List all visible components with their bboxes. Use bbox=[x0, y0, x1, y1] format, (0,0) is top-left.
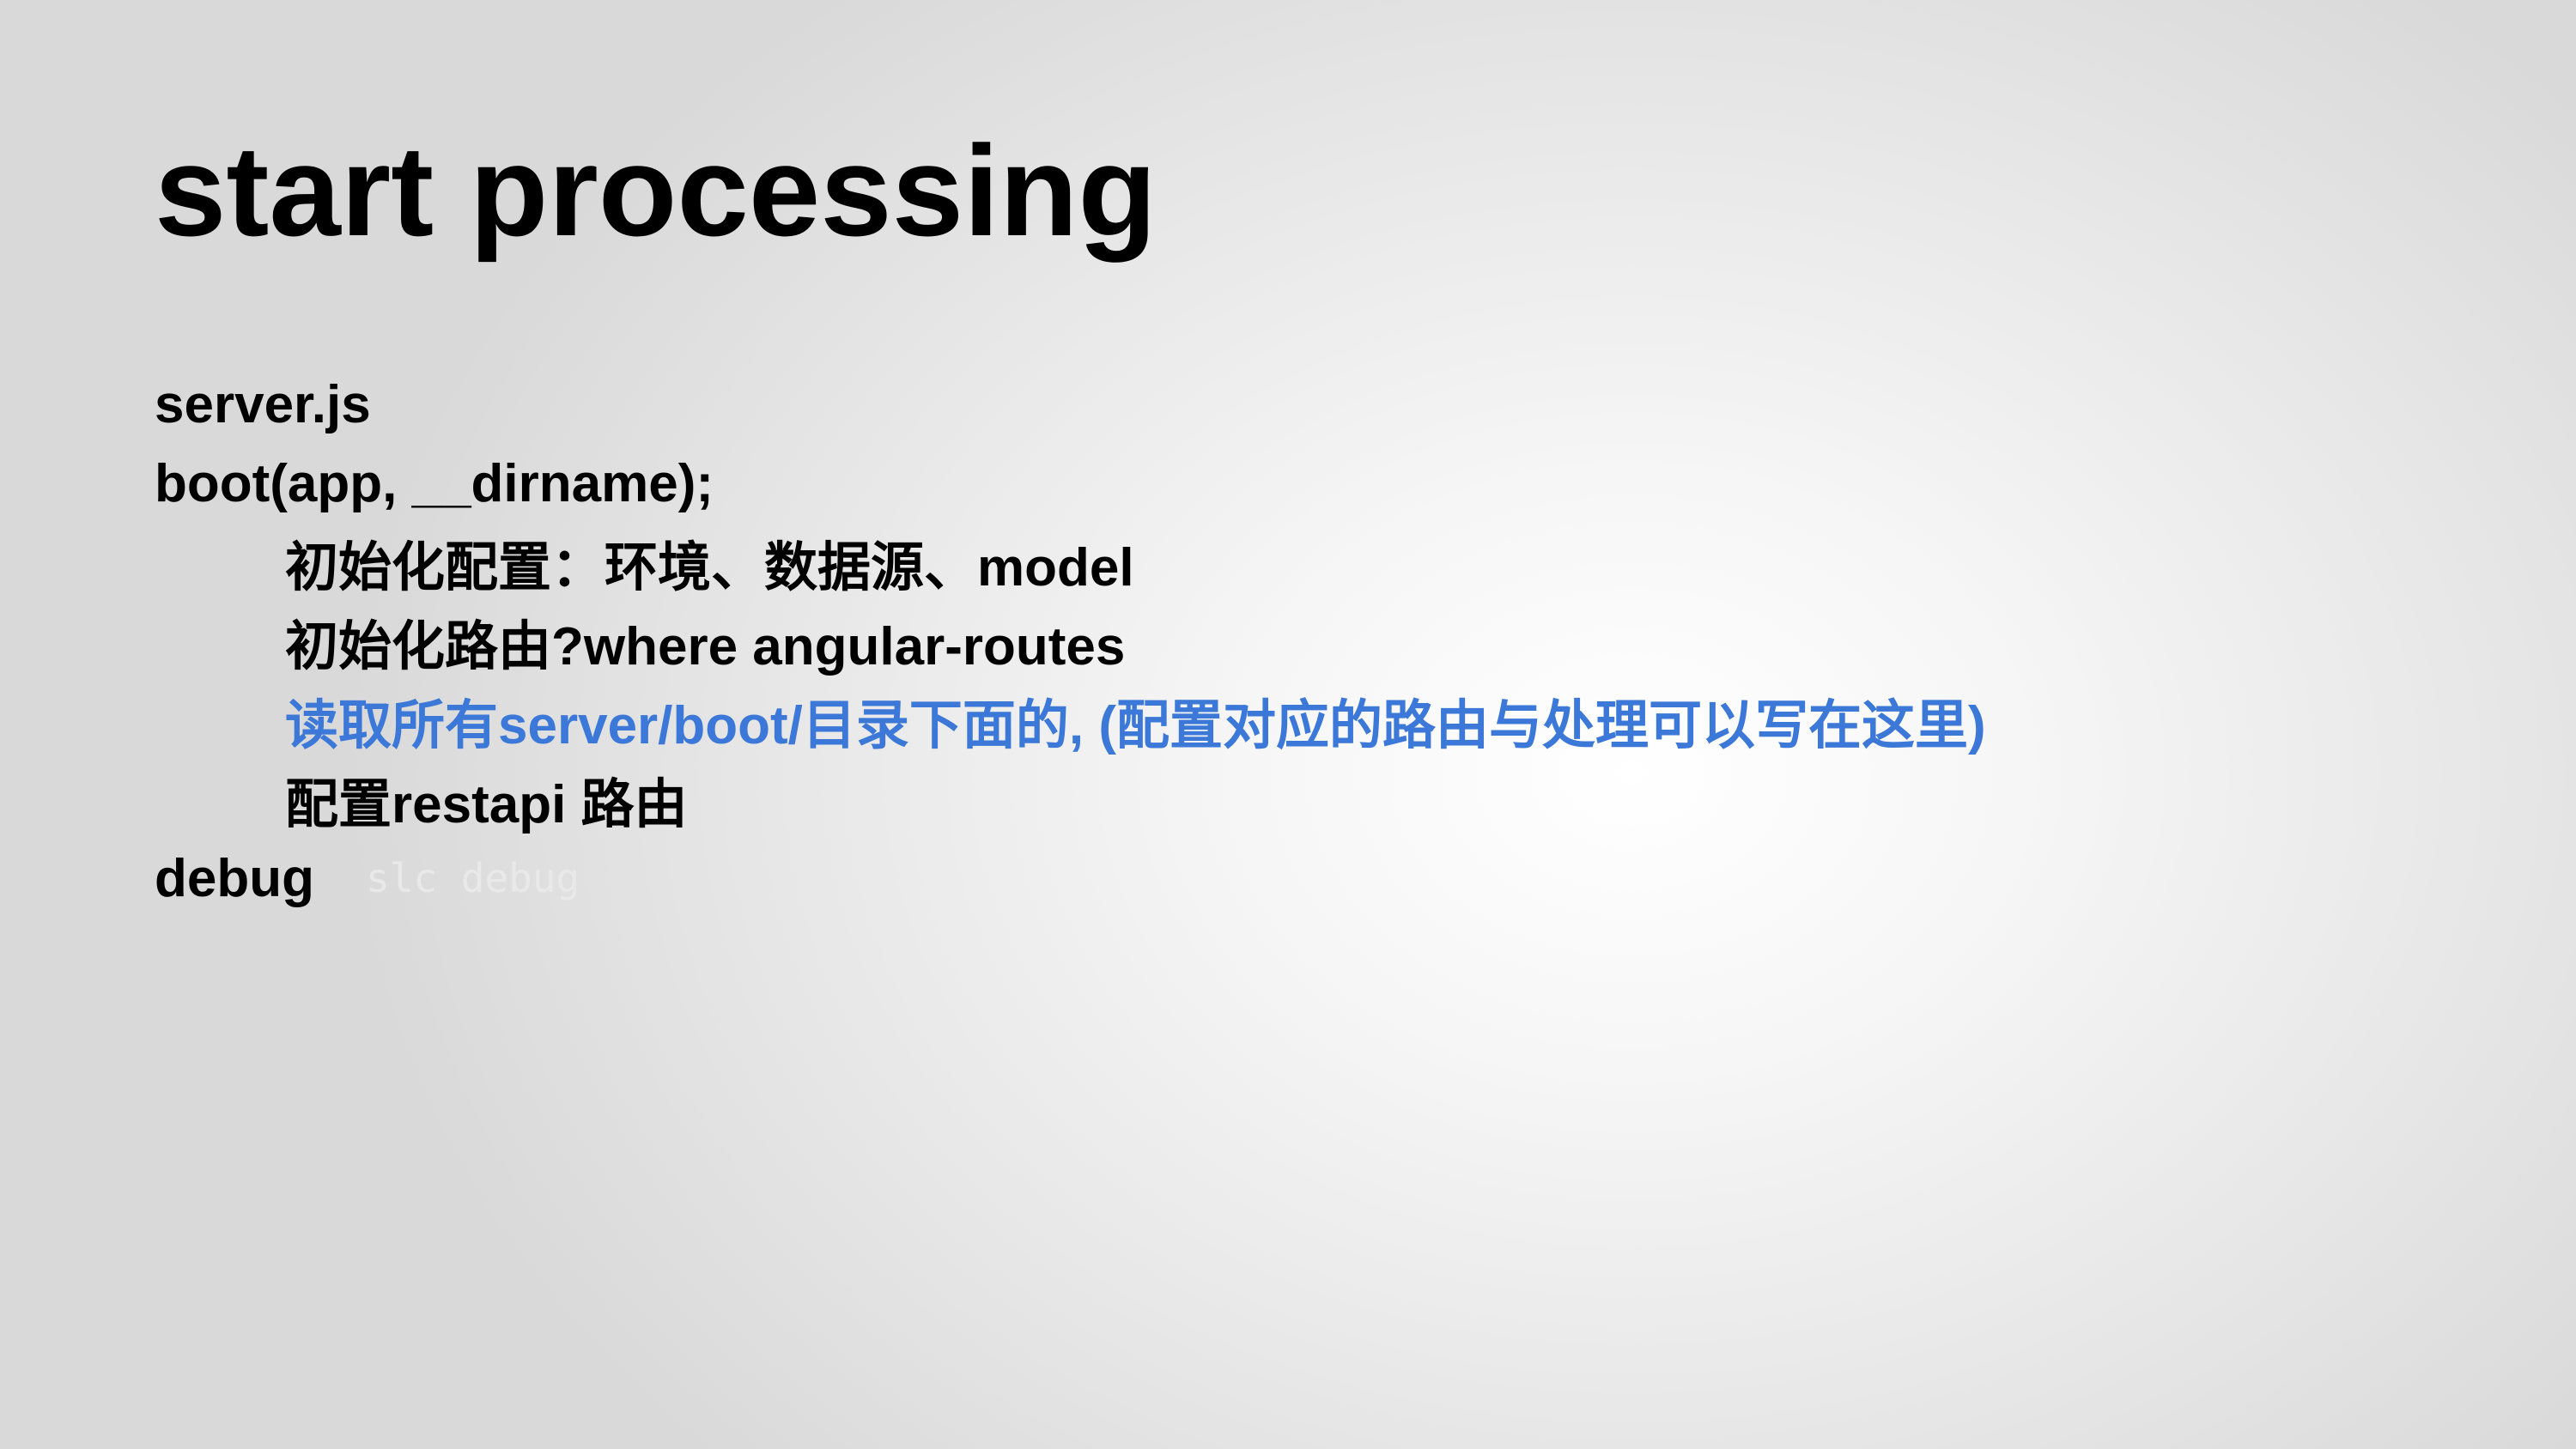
slide: start processing server.js boot(app, __d… bbox=[0, 0, 2576, 1449]
restapi-routes-line: 配置restapi 路由 bbox=[285, 775, 688, 834]
slide-body: server.js boot(app, __dirname); 初始化配置：环境… bbox=[155, 365, 2473, 918]
debug-line: debug slc debug bbox=[155, 839, 2473, 918]
init-routes-line: 初始化路由?where angular-routes bbox=[285, 617, 1126, 676]
boot-call-line: boot(app, __dirname); bbox=[155, 453, 714, 513]
init-config-line: 初始化配置：环境、数据源、model bbox=[285, 538, 1134, 597]
server-js-line: server.js bbox=[155, 374, 371, 434]
debug-label: debug bbox=[155, 848, 314, 908]
debug-command: slc debug bbox=[365, 855, 580, 901]
slide-title: start processing bbox=[155, 118, 1157, 263]
read-boot-dir-line: 读取所有server/boot/目录下面的, (配置对应的路由与处理可以写在这里… bbox=[285, 696, 1986, 755]
